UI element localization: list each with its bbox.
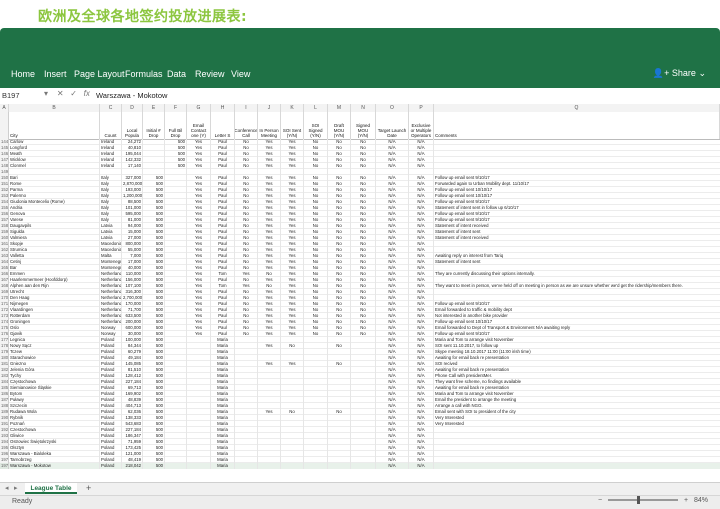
cell-country[interactable]: Poland bbox=[100, 463, 122, 469]
column-header-p[interactable]: P bbox=[409, 104, 434, 112]
column-header-n[interactable]: N bbox=[351, 104, 376, 112]
header-cell[interactable]: SOI Signed (Y/N) bbox=[304, 112, 328, 139]
cell-full[interactable] bbox=[165, 463, 187, 469]
cell-drop[interactable]: 500 bbox=[143, 463, 165, 469]
tab-home[interactable]: Home bbox=[11, 69, 35, 79]
column-header-f[interactable]: F bbox=[165, 104, 187, 112]
name-box[interactable]: B197 bbox=[2, 90, 38, 101]
excel-window: Home Insert Page Layout Formulas Data Re… bbox=[0, 28, 720, 509]
header-cell[interactable]: Exclusive or Multiple Operators bbox=[409, 112, 434, 139]
column-header-e[interactable]: E bbox=[143, 104, 165, 112]
column-header-g[interactable]: G bbox=[187, 104, 211, 112]
zoom-control: − + 84% bbox=[598, 496, 708, 505]
header-cell[interactable]: Local Popula bbox=[122, 112, 143, 139]
fx-icon[interactable]: fx bbox=[84, 89, 90, 98]
tab-page-layout[interactable]: Page Layout bbox=[74, 69, 125, 79]
column-header-b[interactable]: B bbox=[9, 104, 100, 112]
sheet-tab-league-table[interactable]: League Table bbox=[25, 483, 77, 494]
tab-view[interactable]: View bbox=[231, 69, 250, 79]
header-cell[interactable]: Draft MOU (Y/N) bbox=[328, 112, 351, 139]
status-bar: Ready − + 84% bbox=[0, 495, 720, 509]
cell-soi[interactable] bbox=[281, 463, 304, 469]
column-header-j[interactable]: J bbox=[258, 104, 281, 112]
header-cell[interactable]: Target Launch Date bbox=[376, 112, 409, 139]
zoom-slider-knob[interactable] bbox=[637, 496, 641, 505]
column-header-l[interactable]: L bbox=[304, 104, 328, 112]
tab-formulas[interactable]: Formulas bbox=[125, 69, 163, 79]
tab-data[interactable]: Data bbox=[167, 69, 186, 79]
column-header-o[interactable]: O bbox=[376, 104, 409, 112]
header-cell[interactable]: SOI Sent (Y/N) bbox=[281, 112, 304, 139]
table-header-row: City Count Local Popula Initial # Drop Full … bbox=[0, 112, 720, 140]
cell-draft[interactable] bbox=[328, 463, 351, 469]
cell-conf[interactable] bbox=[235, 463, 258, 469]
cell-person[interactable] bbox=[258, 463, 281, 469]
ribbon-tabs: Home Insert Page Layout Formulas Data Re… bbox=[0, 62, 720, 88]
person-add-icon: 👤+ bbox=[652, 68, 670, 78]
zoom-out-button[interactable]: − bbox=[598, 497, 602, 504]
column-header-i[interactable]: I bbox=[235, 104, 258, 112]
column-header-m[interactable]: M bbox=[328, 104, 351, 112]
header-cell[interactable]: Conference Call bbox=[235, 112, 258, 139]
header-cell[interactable]: Comments bbox=[434, 112, 720, 139]
tab-review[interactable]: Review bbox=[195, 69, 225, 79]
confirm-icon[interactable]: ✓ bbox=[70, 89, 77, 98]
chevron-down-icon: ⌄ bbox=[698, 68, 706, 78]
cell-target[interactable]: N/A bbox=[376, 463, 409, 469]
header-cell[interactable]: Full Bil Drop bbox=[165, 112, 187, 139]
table-row: 197 Warszawa - Mokotow Poland 218,042 500 Mar… bbox=[0, 463, 720, 469]
cell-pop[interactable]: 218,042 bbox=[122, 463, 143, 469]
zoom-level: 84% bbox=[693, 497, 708, 504]
formula-icons: ▾ ✕ ✓ fx bbox=[44, 89, 90, 98]
title-bar bbox=[0, 28, 720, 62]
row-number[interactable]: 197 bbox=[0, 463, 9, 469]
formula-bar: B197 ▾ ✕ ✓ fx Warszawa - Mokotow bbox=[0, 88, 720, 105]
header-cell[interactable]: Count bbox=[100, 112, 122, 139]
cell-letter[interactable]: Maria bbox=[211, 463, 235, 469]
sheet-tabs-bar: ◂ ▸ League Table + bbox=[0, 482, 720, 495]
share-label: Share bbox=[671, 68, 696, 78]
zoom-in-button[interactable]: + bbox=[684, 497, 688, 504]
row-header-corner bbox=[0, 112, 9, 139]
zoom-slider[interactable] bbox=[608, 496, 679, 505]
header-cell[interactable]: City bbox=[9, 112, 100, 139]
cancel-icon[interactable]: ✕ bbox=[57, 89, 64, 98]
cell-signed[interactable] bbox=[351, 463, 376, 469]
cell-email[interactable] bbox=[187, 463, 211, 469]
cell-city[interactable]: Warszawa - Mokotow bbox=[9, 463, 100, 469]
add-sheet-button[interactable]: + bbox=[86, 483, 91, 494]
cell-excl[interactable]: N/A bbox=[409, 463, 434, 469]
share-button[interactable]: 👤+ Share ⌄ bbox=[653, 68, 706, 79]
column-header-c[interactable]: C bbox=[100, 104, 122, 112]
column-header-q[interactable]: Q bbox=[434, 104, 720, 112]
header-cell[interactable]: In Person Meeting bbox=[258, 112, 281, 139]
column-header-d[interactable]: D bbox=[122, 104, 143, 112]
column-header-k[interactable]: K bbox=[281, 104, 304, 112]
page-heading: 欧洲及全球各地签约投放进展表: bbox=[38, 9, 248, 25]
column-header-h[interactable]: H bbox=[211, 104, 235, 112]
cell-soisg[interactable] bbox=[304, 463, 328, 469]
prev-sheet-icon[interactable]: ◂ bbox=[5, 484, 9, 492]
header-cell[interactable]: Initial # Drop bbox=[143, 112, 165, 139]
header-cell[interactable]: Email Contact one (Y) bbox=[187, 112, 211, 139]
header-cell[interactable]: Signed MOU (Y/N) bbox=[351, 112, 376, 139]
spreadsheet-grid[interactable]: ABCDEFGHIJKLMNOPQ City Count Local Popula I… bbox=[0, 104, 720, 482]
tab-insert[interactable]: Insert bbox=[44, 69, 67, 79]
column-header-a[interactable]: A bbox=[0, 104, 9, 112]
next-sheet-icon[interactable]: ▸ bbox=[14, 484, 18, 492]
status-ready: Ready bbox=[12, 498, 33, 505]
header-cell[interactable]: Letter S bbox=[211, 112, 235, 139]
formula-input[interactable]: Warszawa - Mokotow bbox=[96, 90, 167, 101]
dropdown-icon[interactable]: ▾ bbox=[44, 89, 48, 98]
cell-comments[interactable] bbox=[434, 463, 720, 469]
